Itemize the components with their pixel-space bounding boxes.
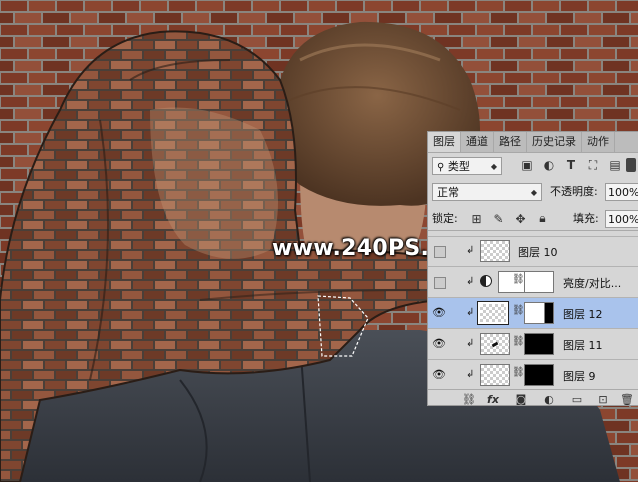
- fill-label: 填充:: [573, 212, 599, 225]
- layer-filter-row: ⚲ 类型 ◆ ▣ ◐ T ⛶ ▤: [428, 155, 638, 179]
- lock-move-icon[interactable]: ✥: [514, 212, 527, 226]
- type-filter-icon[interactable]: T: [564, 158, 578, 172]
- smart-object-filter-icon[interactable]: ▤: [608, 158, 622, 172]
- layer-list[interactable]: ↲ 图层 10 ↲ ⛓ 亮度/对比... 👁︎ ↲ ⛓ 图层 12 👁︎ ↲ ⛓…: [428, 232, 638, 388]
- layer-mask-thumbnail[interactable]: [524, 333, 554, 355]
- search-icon: ⚲: [437, 162, 445, 173]
- add-mask-icon[interactable]: ◙: [514, 392, 528, 406]
- visibility-toggle[interactable]: [434, 277, 446, 289]
- layer-thumbnail: [480, 240, 510, 262]
- layer-row-11[interactable]: 👁︎ ↲ ⛓ 图层 11: [428, 329, 638, 360]
- new-adjustment-icon[interactable]: ◐: [542, 392, 556, 406]
- adjustment-layer-icon: [480, 275, 492, 287]
- clipping-arrow-icon: ↲: [466, 369, 475, 380]
- adjustment-filter-icon[interactable]: ◐: [542, 158, 556, 172]
- layer-mask-thumbnail[interactable]: [524, 364, 554, 386]
- layer-row-9[interactable]: 👁︎ ↲ ⛓ 图层 9: [428, 360, 638, 388]
- layer-mask-thumbnail[interactable]: [524, 302, 554, 324]
- lock-label: 锁定:: [432, 212, 458, 225]
- dropdown-arrow-icon: ◆: [490, 162, 497, 171]
- tab-layers[interactable]: 图层: [428, 132, 461, 152]
- visibility-toggle[interactable]: [434, 246, 446, 258]
- tab-paths[interactable]: 路径: [494, 132, 527, 152]
- layer-name[interactable]: 图层 10: [518, 244, 558, 260]
- clipping-arrow-icon: ↲: [466, 338, 475, 349]
- layer-row-12[interactable]: 👁︎ ↲ ⛓ 图层 12: [428, 298, 638, 329]
- link-icon[interactable]: ⛓: [462, 392, 476, 406]
- opacity-input[interactable]: 100%: [605, 183, 638, 201]
- layers-panel[interactable]: 图层 通道 路径 历史记录 动作 ⚲ 类型 ◆ ▣ ◐ T ⛶ ▤ 正常 ◆ 不…: [427, 131, 638, 406]
- shape-filter-icon[interactable]: ⛶: [586, 158, 600, 172]
- delete-icon[interactable]: 🗑︎: [620, 392, 634, 406]
- tab-actions[interactable]: 动作: [582, 132, 615, 152]
- panel-tabs: 图层 通道 路径 历史记录 动作: [428, 132, 638, 153]
- layer-name[interactable]: 图层 11: [563, 337, 603, 353]
- blend-mode-dropdown[interactable]: 正常 ◆: [432, 183, 542, 201]
- eye-icon[interactable]: 👁︎: [432, 337, 446, 351]
- fill-input[interactable]: 100%: [605, 210, 638, 228]
- fx-icon[interactable]: fx: [486, 392, 500, 406]
- layer-row-10[interactable]: ↲ 图层 10: [428, 236, 638, 267]
- dropdown-arrow-icon: ◆: [530, 188, 537, 197]
- new-layer-icon[interactable]: ⊡: [596, 392, 610, 406]
- blend-row: 正常 ◆ 不透明度: 100%: [428, 182, 638, 204]
- tab-history[interactable]: 历史记录: [527, 132, 582, 152]
- opacity-label: 不透明度:: [550, 185, 598, 198]
- lock-paint-icon[interactable]: ✎: [492, 212, 505, 226]
- chain-link-icon[interactable]: ⛓: [512, 274, 525, 285]
- tab-channels[interactable]: 通道: [461, 132, 494, 152]
- lock-row: 锁定: ⊞ ✎ ✥ 🔒︎ 填充: 100%: [428, 207, 638, 231]
- image-filter-icon[interactable]: ▣: [520, 158, 534, 172]
- new-group-icon[interactable]: ▭: [570, 392, 584, 406]
- clipping-arrow-icon: ↲: [466, 276, 475, 287]
- layer-row-brightness-contrast[interactable]: ↲ ⛓ 亮度/对比...: [428, 267, 638, 298]
- layer-mask-thumbnail[interactable]: [524, 271, 554, 293]
- layers-bottom-bar: ⛓ fx ◙ ◐ ▭ ⊡ 🗑︎: [428, 389, 638, 406]
- layer-name[interactable]: 亮度/对比...: [563, 275, 621, 291]
- layer-name[interactable]: 图层 9: [563, 368, 596, 384]
- lock-transparent-icon[interactable]: ⊞: [470, 212, 483, 226]
- lock-all-icon[interactable]: 🔒︎: [536, 211, 549, 225]
- chain-link-icon[interactable]: ⛓: [512, 336, 525, 347]
- filter-kind-label: 类型: [447, 160, 470, 173]
- filter-kind-dropdown[interactable]: ⚲ 类型 ◆: [432, 157, 502, 175]
- layer-thumbnail: [477, 301, 509, 325]
- clipping-arrow-icon: ↲: [466, 307, 475, 318]
- eye-icon[interactable]: 👁︎: [432, 306, 446, 320]
- layer-thumbnail: [480, 333, 510, 355]
- blend-mode-value: 正常: [437, 186, 459, 199]
- clipping-arrow-icon: ↲: [466, 245, 475, 256]
- layer-thumbnail: [480, 364, 510, 386]
- filter-toggle[interactable]: [626, 158, 636, 172]
- chain-link-icon[interactable]: ⛓: [512, 305, 525, 316]
- eye-icon[interactable]: 👁︎: [432, 368, 446, 382]
- chain-link-icon[interactable]: ⛓: [512, 367, 525, 378]
- layer-name[interactable]: 图层 12: [563, 306, 603, 322]
